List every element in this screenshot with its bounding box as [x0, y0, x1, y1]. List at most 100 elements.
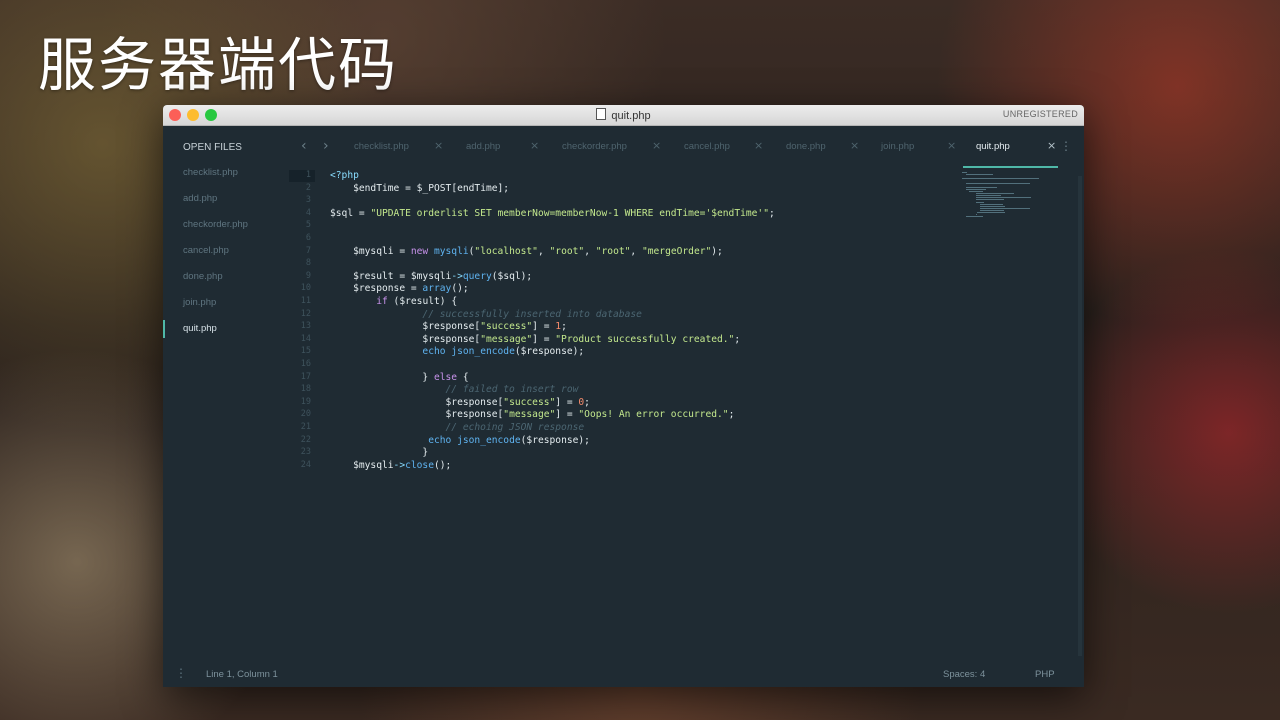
sidebar-item-cancel[interactable]: cancel.php [183, 245, 229, 256]
more-options-icon[interactable]: ⋮ [1060, 139, 1072, 153]
minimap-line [977, 211, 1006, 213]
line-number: 7 [305, 245, 311, 256]
code-area[interactable]: <?php $endTime = $_POST[endTime]; $sql = … [330, 168, 974, 661]
line-gutter: 1 2 3 4 5 6 7 8 9 10 11 12 13 14 15 16 17 18 19 20 21 22 23 24 [285, 168, 315, 661]
code-line[interactable]: $response = array(); [330, 283, 469, 296]
window-title: quit.php [163, 108, 1084, 122]
minimap-line [976, 202, 985, 204]
sidebar-item-checkorder[interactable]: checkorder.php [183, 219, 248, 230]
code-line[interactable]: $endTime = $_POST[endTime]; [330, 183, 509, 196]
indentation-setting[interactable]: Spaces: 4 [943, 669, 985, 680]
window-title-text: quit.php [611, 110, 651, 122]
tab-close-icon[interactable]: × [947, 139, 956, 152]
minimap-line [976, 198, 1005, 200]
code-line[interactable]: if ($result) { [330, 296, 457, 309]
tab-quit[interactable]: quit.php × [963, 126, 1061, 168]
chevron-left-icon[interactable]: ‹ [301, 138, 307, 154]
scrollbar[interactable] [1078, 176, 1084, 656]
minimap-line [976, 213, 978, 215]
tab-bar: ‹ › checklist.php × add.php × checkorder… [285, 126, 1084, 168]
tab-close-icon[interactable]: × [1047, 139, 1056, 152]
line-number: 18 [300, 384, 311, 395]
minimap-line [965, 187, 997, 189]
code-line[interactable]: $mysqli->close(); [330, 460, 451, 473]
minimap-line [965, 173, 993, 175]
line-number: 1 [305, 170, 311, 180]
code-line[interactable]: $sql = "UPDATE orderlist SET memberNow=m… [330, 208, 775, 221]
sidebar-item-add[interactable]: add.php [183, 193, 217, 204]
tab-close-icon[interactable]: × [754, 139, 763, 152]
file-icon [596, 108, 607, 120]
code-line[interactable]: echo json_encode($response); [330, 435, 590, 448]
code-line[interactable]: $response["message"] = "Product successf… [330, 334, 740, 347]
line-number: 6 [305, 233, 311, 243]
code-line[interactable]: echo json_encode($response); [330, 346, 584, 359]
editor-window: quit.php UNREGISTERED OPEN FILES checkli… [163, 105, 1084, 687]
line-number: 21 [300, 422, 311, 432]
code-line[interactable]: } else { [330, 372, 468, 385]
code-line[interactable]: $response["success"] = 0; [330, 397, 590, 410]
sidebar-active-indicator [163, 320, 165, 338]
sidebar-item-checklist[interactable]: checklist.php [183, 167, 238, 178]
code-line[interactable]: $result = $mysqli->query($sql); [330, 271, 532, 284]
code-line[interactable]: // failed to insert row [330, 384, 579, 397]
minimap-line [980, 206, 1005, 208]
code-line[interactable]: <?php [330, 170, 359, 183]
line-number: 16 [300, 359, 311, 369]
code-editor[interactable]: 1 2 3 4 5 6 7 8 9 10 11 12 13 14 15 16 17 18 19 20 21 22 23 24 … [285, 168, 1084, 661]
sidebar-item-join[interactable]: join.php [183, 297, 216, 308]
syntax-mode[interactable]: PHP [1035, 669, 1055, 680]
minimap-line [965, 183, 1030, 185]
code-line[interactable]: } [330, 447, 428, 460]
code-line[interactable]: $response["message"] = "Oops! An error o… [330, 409, 735, 422]
minimap-line [962, 172, 967, 173]
code-line[interactable]: // successfully inserted into database [330, 309, 642, 322]
minimap-line [965, 215, 983, 217]
line-number: 11 [300, 296, 311, 306]
line-number: 2 [305, 182, 311, 193]
minimap[interactable] [962, 172, 1058, 232]
minimap-line [962, 177, 1039, 179]
tab-checkorder[interactable]: checkorder.php × [562, 126, 661, 168]
tab-close-icon[interactable]: × [652, 139, 661, 152]
tab-close-icon[interactable]: × [850, 139, 859, 152]
line-number: 12 [300, 308, 311, 319]
line-number: 13 [300, 321, 311, 332]
sidebar-item-quit[interactable]: quit.php [183, 323, 217, 334]
tab-close-icon[interactable]: × [530, 139, 539, 152]
line-number: 23 [300, 447, 311, 458]
line-number: 8 [305, 258, 311, 269]
minimap-line [980, 204, 1003, 206]
minimap-line [965, 189, 986, 191]
cursor-position[interactable]: Line 1, Column 1 [206, 669, 278, 680]
minimap-line [980, 208, 1030, 210]
status-bar: ⋮ Line 1, Column 1 Spaces: 4 PHP [163, 661, 1084, 687]
line-number: 5 [305, 220, 311, 231]
tab-cancel[interactable]: cancel.php × [684, 126, 782, 168]
tab-checklist[interactable]: checklist.php × [354, 126, 452, 168]
tab-label: checklist.php [354, 141, 409, 152]
tab-done[interactable]: done.php × [786, 126, 884, 168]
tab-label: done.php [786, 141, 826, 152]
panel-toggle-icon[interactable]: ⋮ [175, 666, 187, 680]
tab-add[interactable]: add.php × [466, 126, 564, 168]
code-line[interactable]: $response["success"] = 1; [330, 321, 566, 334]
tab-label: quit.php [976, 141, 1010, 152]
minimap-line [976, 192, 1015, 194]
code-line[interactable]: // echoing JSON response [330, 422, 585, 435]
minimap-line [969, 191, 984, 192]
line-number: 15 [300, 346, 311, 357]
chevron-right-icon[interactable]: › [323, 138, 329, 154]
license-status: UNREGISTERED [1002, 109, 1078, 119]
line-number: 10 [300, 283, 311, 294]
line-number: 9 [305, 270, 311, 281]
tab-close-icon[interactable]: × [434, 139, 443, 152]
minimap-line [980, 210, 1004, 211]
sidebar-item-done[interactable]: done.php [183, 271, 223, 282]
line-number: 17 [300, 371, 311, 382]
tab-label: add.php [466, 141, 501, 152]
line-number: 20 [300, 409, 311, 420]
scrollbar-thumb[interactable] [1078, 176, 1082, 656]
code-line[interactable]: $mysqli = new mysqli("localhost", "root"… [330, 246, 723, 259]
minimap-line [976, 196, 1032, 198]
